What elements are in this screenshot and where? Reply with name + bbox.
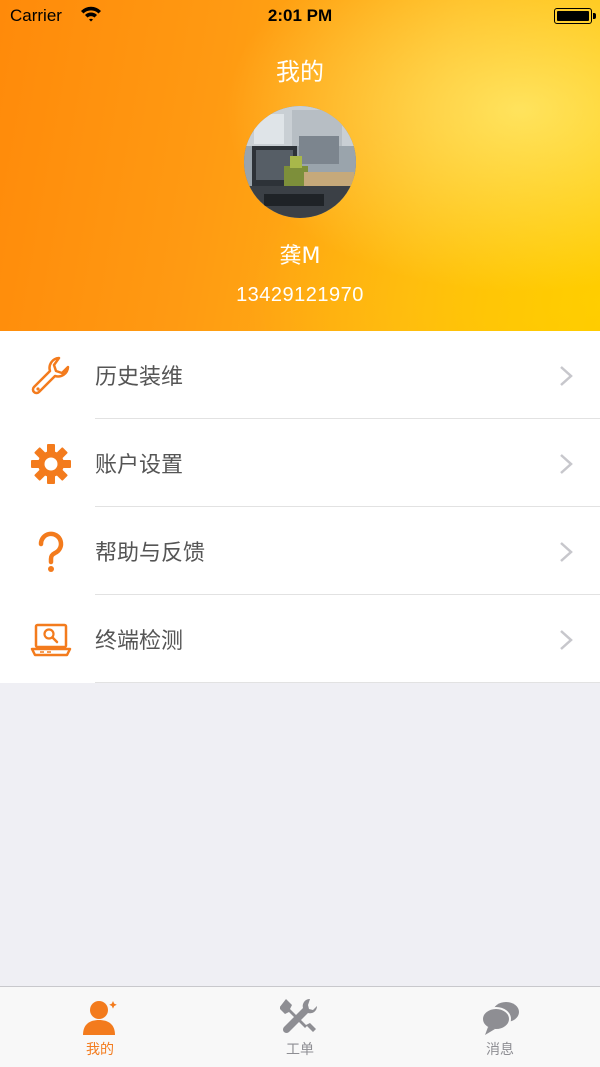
tab-label: 工单 <box>286 1042 314 1058</box>
battery-icon <box>554 8 596 24</box>
tab-label: 我的 <box>86 1042 114 1058</box>
tab-label: 消息 <box>486 1042 514 1058</box>
page-title: 我的 <box>276 58 324 86</box>
chat-bubbles-icon <box>481 1002 519 1035</box>
menu-item-label: 历史装维 <box>95 365 184 390</box>
tab-work-order[interactable]: 工单 <box>200 987 400 1067</box>
menu-item-account-settings[interactable]: 账户设置 <box>0 419 600 507</box>
profile-header: Carrier 2:01 PM 我的 龚M 13429121970 <box>0 0 600 331</box>
chevron-right-icon <box>560 366 573 386</box>
laptop-search-icon <box>30 623 72 657</box>
chevron-right-icon <box>560 542 573 562</box>
menu-item-help-feedback[interactable]: 帮助与反馈 <box>0 507 600 595</box>
user-name: 龚M <box>279 244 321 269</box>
tab-mine[interactable]: 我的 <box>0 987 200 1067</box>
gear-icon <box>31 444 71 484</box>
menu-item-label: 账户设置 <box>95 453 184 478</box>
person-icon <box>83 1001 117 1035</box>
menu-item-history[interactable]: 历史装维 <box>0 331 600 419</box>
chevron-right-icon <box>560 454 573 474</box>
chevron-right-icon <box>560 630 573 650</box>
tools-icon <box>280 998 318 1034</box>
avatar[interactable] <box>244 106 356 218</box>
question-icon <box>38 531 64 572</box>
status-bar: Carrier 2:01 PM <box>0 0 600 34</box>
settings-menu: 历史装维 账户设置 帮助与反馈 终端检测 <box>0 331 600 683</box>
avatar-photo <box>244 106 356 218</box>
user-phone: 13429121970 <box>236 284 364 306</box>
tab-bar: 我的 工单 消息 <box>0 986 600 1067</box>
divider <box>95 682 600 683</box>
wrench-icon <box>31 356 70 395</box>
menu-item-label: 帮助与反馈 <box>95 541 206 566</box>
status-time: 2:01 PM <box>267 6 333 25</box>
menu-item-terminal-check[interactable]: 终端检测 <box>0 595 600 683</box>
menu-item-label: 终端检测 <box>95 629 184 654</box>
tab-messages[interactable]: 消息 <box>400 987 600 1067</box>
